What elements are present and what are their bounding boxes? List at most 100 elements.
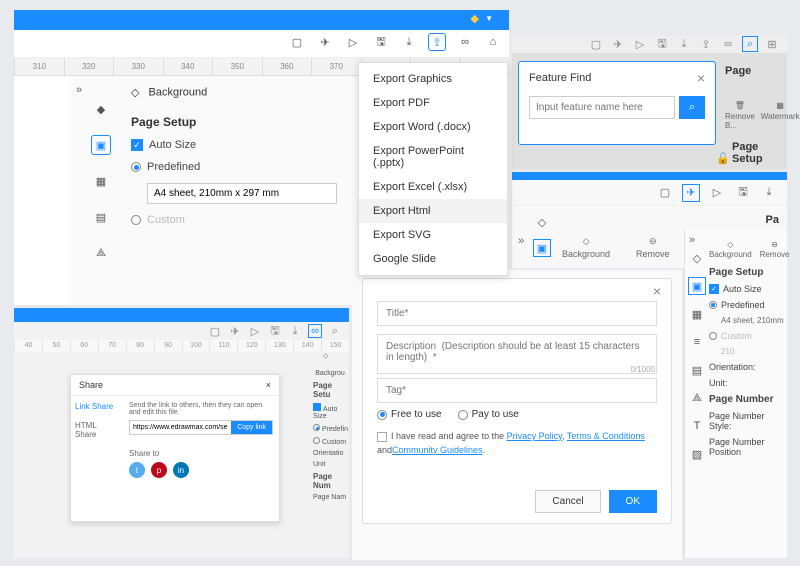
c-fit-icon[interactable]: ▢ [657,185,673,201]
save-icon[interactable]: 🖫 [373,34,389,50]
export-word-item[interactable]: Export Word (.docx) [359,115,507,139]
export-excel-item[interactable]: Export Excel (.xlsx) [359,175,507,199]
d-custom-rb[interactable] [313,437,320,444]
pay-radio[interactable] [458,410,468,420]
unlock-icon[interactable]: 🔓 [716,152,730,165]
b-export-icon[interactable]: ⤓ [677,37,691,51]
link-share-tab[interactable]: Link Share [75,402,119,411]
c-page-icon[interactable]: ▣ [534,240,550,256]
f-predef-rb[interactable] [709,301,717,309]
background-icon[interactable]: ◇ [131,87,139,99]
cancel-button[interactable]: Cancel [535,490,600,513]
c-remove-icon[interactable]: ⊖ [649,236,657,247]
collapse-button[interactable]: » [69,76,89,305]
title-input[interactable] [377,301,657,326]
b-fit-icon[interactable]: ▢ [589,37,603,51]
share-close[interactable]: × [266,380,271,390]
vip-dropdown[interactable]: ▼ [485,14,493,23]
crop-icon[interactable]: ⟁ [92,244,110,262]
c-send-icon[interactable]: ✈ [683,185,699,201]
linkedin-icon[interactable]: in [173,462,189,478]
f-style-icon[interactable]: ◇ [689,250,705,266]
f-layers-icon[interactable]: ▤ [689,362,705,378]
terms-link[interactable]: Terms & Conditions [567,431,645,441]
grid-icon[interactable]: ▦ [92,172,110,190]
custom-radio[interactable] [131,215,141,225]
copy-link-button[interactable]: Copy link [231,421,272,434]
f-bg-icon[interactable]: ◇ [727,240,733,249]
export-pdf-item[interactable]: Export PDF [359,91,507,115]
ok-button[interactable]: OK [609,490,657,513]
tag-input[interactable] [377,378,657,403]
c-style-icon[interactable]: ◇ [534,214,550,230]
export-ppt-item[interactable]: Export PowerPoint (.pptx) [359,139,507,175]
b-gift-icon[interactable]: ⊞ [765,37,779,51]
d-send-icon[interactable]: ✈ [229,325,241,337]
b-play-icon[interactable]: ▷ [633,37,647,51]
b-save-icon[interactable]: 🖫 [655,37,669,51]
export-html-item[interactable]: Export Html [359,199,507,223]
f-custom-rb[interactable] [709,332,717,340]
play-icon[interactable]: ▷ [345,34,361,50]
b-send-icon[interactable]: ✈ [611,37,625,51]
predefined-select[interactable] [147,183,337,204]
d-save-icon[interactable]: 🖫 [269,325,281,337]
pinterest-icon[interactable]: p [151,462,167,478]
fitpage-icon[interactable]: ▢ [289,34,305,50]
export-graphics-item[interactable]: Export Graphics [359,67,507,91]
f-page-icon[interactable]: ▣ [689,278,705,294]
remove-bg-icon[interactable]: 🗑 [735,101,745,110]
share-url-input[interactable] [130,421,231,434]
c-bg-icon[interactable]: ◇ [583,236,590,247]
home-icon[interactable]: ⌂ [485,34,501,50]
export-user-icon[interactable]: ⤓ [401,34,417,50]
b-search-icon[interactable]: ⌕ [743,37,757,51]
d-fit-icon[interactable]: ▢ [209,325,221,337]
autosize-checkbox[interactable]: ✓ [131,139,143,151]
f-db-icon[interactable]: ≡ [689,334,705,350]
d-predef-rb[interactable] [313,424,320,431]
f-img-icon[interactable]: ▨ [689,446,705,462]
d-play-icon[interactable]: ▷ [249,325,261,337]
export-icon[interactable]: ⇪ [429,34,445,50]
d-bg-icon[interactable]: ◇ [323,352,337,366]
watermark-icon[interactable]: ▦ [776,101,784,110]
send-icon[interactable]: ✈ [317,34,333,50]
guidelines-link[interactable]: Community Guidelines [392,445,483,455]
f-text-icon[interactable]: T [689,418,705,434]
paneC-toolbar: ▢ ✈ ▷ 🖫 ⤓ [512,180,787,206]
export-gslide-item[interactable]: Google Slide [359,247,507,271]
page-icon[interactable]: ▣ [92,136,110,154]
export-svg-item[interactable]: Export SVG [359,223,507,247]
publish-close[interactable]: × [653,283,661,299]
style-icon[interactable]: ◆ [92,100,110,118]
feature-find-input[interactable] [529,96,675,119]
d-auto-cb[interactable] [313,403,321,411]
feature-find-go[interactable]: ⌕ [679,96,705,119]
f-grid-icon[interactable]: ▦ [689,306,705,322]
vip-icon[interactable]: ◆ [471,12,479,25]
d-share-icon[interactable]: ∞ [309,325,321,337]
c-export-icon[interactable]: ⤓ [761,185,777,201]
b-share2-icon[interactable]: ⇪ [699,37,713,51]
share-icon[interactable]: ∞ [457,34,473,50]
side-iconbar: ◆ ▣ ▦ ▤ ⟁ [89,76,113,305]
privacy-link[interactable]: Privacy Policy [507,431,562,441]
d-export-icon[interactable]: ⤓ [289,325,301,337]
feature-find-close[interactable]: × [697,70,705,86]
layers-icon[interactable]: ▤ [92,208,110,226]
f-auto-cb[interactable]: ✓ [709,284,719,294]
twitter-icon[interactable]: t [129,462,145,478]
f-crop-icon[interactable]: ⟁ [689,390,705,406]
free-radio[interactable] [377,410,387,420]
agree-checkbox[interactable] [377,432,387,442]
c-play-icon[interactable]: ▷ [709,185,725,201]
canvas-area[interactable] [14,76,69,305]
c-save-icon[interactable]: 🖫 [735,185,751,201]
html-share-tab[interactable]: HTML Share [75,421,119,439]
f-remove-icon[interactable]: ⊖ [771,240,778,249]
predefined-radio[interactable] [131,162,141,172]
d-search-icon[interactable]: ⌕ [329,325,341,337]
c-collapse[interactable]: » [512,206,530,267]
b-share-icon[interactable]: ∞ [721,37,735,51]
